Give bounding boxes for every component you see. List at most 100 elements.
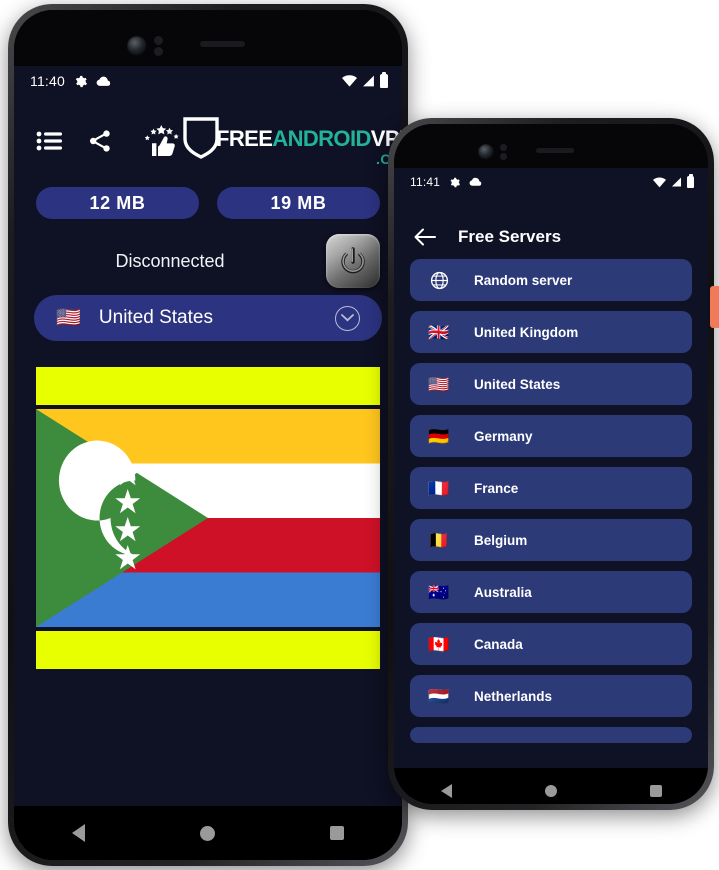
list-item-label: Belgium: [474, 532, 528, 548]
shield-icon: [183, 117, 219, 159]
status-bar-right: [342, 71, 388, 88]
list-item-label: Netherlands: [474, 688, 553, 704]
nav-home-button[interactable]: [199, 825, 215, 841]
status-time: 11:41: [410, 175, 441, 189]
phone-right-bezel: [394, 124, 708, 168]
status-time: 11:40: [30, 73, 65, 89]
phone-left: 11:40 FREE ANDROID VP 12 MB 19 MB Discon…: [8, 4, 408, 866]
brand-free: FREE: [216, 126, 273, 151]
list-item-label: United States: [474, 376, 561, 392]
list-item-label: France: [474, 480, 519, 496]
list-item[interactable]: 🇬🇧 United Kingdom: [410, 311, 692, 353]
battery-icon: [687, 173, 694, 188]
phone-right: 11:41 Free Servers Random server 🇬🇧 Unit…: [388, 118, 714, 810]
list-item[interactable]: Random server: [410, 259, 692, 301]
selected-server-flag: 🇺🇸: [56, 307, 81, 329]
connection-status-row: Disconnected: [14, 219, 402, 289]
power-icon: [341, 247, 365, 274]
speed-stats-row: 12 MB 19 MB: [14, 171, 402, 219]
list-icon[interactable]: [36, 131, 62, 151]
android-navigation-bar: [394, 768, 708, 804]
flag-icon: 🇳🇱: [428, 686, 450, 706]
front-camera-icon: [478, 144, 494, 160]
status-bar-left: 11:40: [30, 73, 111, 89]
android-navigation-bar: [14, 806, 402, 860]
signal-icon: [671, 177, 682, 187]
app-top-bar: FREE ANDROID VPN .COM: [14, 89, 402, 171]
cloud-icon: [96, 76, 111, 86]
app-logo: FREE ANDROID VPN .COM: [182, 116, 402, 166]
nav-recents-button[interactable]: [330, 826, 345, 840]
rate-thumbs-up-icon[interactable]: [138, 125, 182, 157]
list-item[interactable]: 🇳🇱 Netherlands: [410, 675, 692, 717]
flag-icon: 🇩🇪: [428, 426, 450, 446]
ad-banner-top[interactable]: [36, 367, 380, 405]
power-toggle-button[interactable]: [326, 234, 380, 288]
selected-server-name: United States: [98, 307, 213, 328]
wifi-icon: [653, 177, 666, 187]
proximity-sensor-icon: [500, 144, 507, 151]
upload-speed-pill[interactable]: 19 MB: [217, 187, 380, 219]
brand-text: FREE ANDROID VPN .COM: [216, 126, 402, 167]
proximity-sensor-icon: [154, 36, 163, 45]
share-icon[interactable]: [88, 129, 112, 153]
globe-glyph: [430, 271, 448, 289]
battery-icon: [380, 71, 388, 88]
list-item[interactable]: 🇦🇺 Australia: [410, 571, 692, 613]
list-item[interactable]: 🇩🇪 Germany: [410, 415, 692, 457]
comoros-flag-image: [36, 409, 380, 627]
flag-icon: 🇨🇦: [428, 634, 450, 654]
comoros-flag-svg: [36, 409, 380, 627]
phone-left-bezel: [14, 10, 402, 66]
light-sensor-icon: [500, 153, 507, 160]
nav-back-button[interactable]: [440, 784, 452, 798]
list-item-label: Random server: [474, 272, 573, 288]
back-arrow-icon[interactable]: [414, 228, 436, 246]
status-bar: 11:41: [394, 168, 708, 189]
wifi-icon: [342, 75, 357, 87]
list-item-label: Australia: [474, 584, 532, 600]
server-list[interactable]: Random server 🇬🇧 United Kingdom 🇺🇸 Unite…: [394, 259, 708, 743]
gear-icon: [450, 177, 461, 187]
phone-right-body: 11:41 Free Servers Random server 🇬🇧 Unit…: [394, 124, 708, 804]
list-item[interactable]: 🇨🇦 Canada: [410, 623, 692, 665]
signal-icon: [363, 75, 374, 87]
list-item[interactable]: 🇺🇸 United States: [410, 363, 692, 405]
list-item[interactable]: 🇫🇷 France: [410, 467, 692, 509]
earpiece-speaker: [200, 41, 245, 47]
globe-icon: [426, 271, 452, 290]
download-speed-pill[interactable]: 12 MB: [36, 187, 199, 219]
phone-left-screen: 11:40 FREE ANDROID VP 12 MB 19 MB Discon…: [14, 66, 402, 806]
ad-banner-bottom[interactable]: [36, 631, 380, 669]
list-item[interactable]: 🇧🇪 Belgium: [410, 519, 692, 561]
status-bar-left: 11:41: [410, 175, 482, 189]
phone-left-body: 11:40 FREE ANDROID VP 12 MB 19 MB Discon…: [14, 10, 402, 860]
free-servers-app-bar: Free Servers: [394, 189, 708, 259]
chevron-down-glyph: [341, 314, 354, 322]
light-sensor-icon: [154, 47, 163, 56]
top-bar-icons: [36, 125, 182, 157]
flag-icon: 🇫🇷: [428, 478, 450, 498]
chevron-down-icon[interactable]: [335, 305, 360, 331]
connection-status-text: Disconnected: [115, 250, 225, 271]
list-item-label: Canada: [474, 636, 523, 652]
flag-icon: 🇦🇺: [428, 582, 450, 602]
server-selector[interactable]: 🇺🇸 United States: [34, 295, 382, 341]
gear-icon: [75, 75, 87, 87]
earpiece-speaker: [536, 148, 574, 153]
flag-icon: 🇧🇪: [428, 530, 450, 550]
flag-icon: 🇺🇸: [428, 374, 450, 394]
edge-tab-artifact[interactable]: [710, 286, 719, 328]
status-bar: 11:40: [14, 66, 402, 89]
brand-android: ANDROID: [272, 126, 371, 151]
phone-right-screen: 11:41 Free Servers Random server 🇬🇧 Unit…: [394, 168, 708, 768]
front-camera-icon: [127, 36, 147, 56]
list-item-partial[interactable]: [410, 727, 692, 743]
status-bar-right: [653, 173, 694, 188]
nav-back-button[interactable]: [71, 824, 85, 842]
page-title: Free Servers: [458, 227, 562, 246]
nav-home-button[interactable]: [544, 785, 557, 797]
list-item-label: United Kingdom: [474, 324, 579, 340]
server-selector-wrap: 🇺🇸 United States: [14, 289, 402, 341]
nav-recents-button[interactable]: [649, 785, 662, 797]
